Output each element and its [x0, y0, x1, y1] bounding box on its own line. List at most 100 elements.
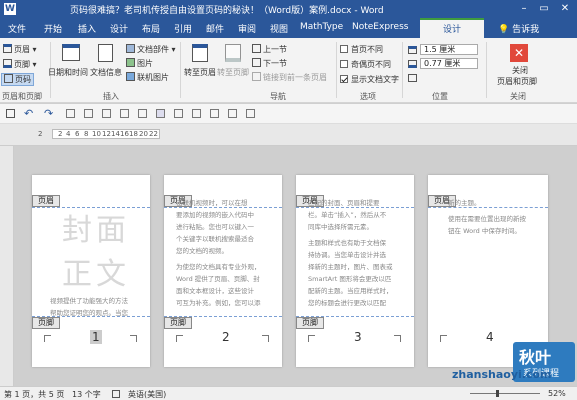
save-icon[interactable]: [6, 109, 15, 118]
picture-icon: [126, 58, 135, 67]
ruler-number: 12: [102, 130, 111, 138]
online-picture-button[interactable]: 联机图片: [126, 72, 169, 83]
page-number-icon: [4, 74, 13, 83]
body-line: 个关键字以联机搜索最适合: [176, 235, 254, 243]
page-3[interactable]: 页眉 匹配的封面、页眉和提要 栏。单击“插入”，然后从不 同库中选择所需元素。 …: [296, 175, 414, 367]
divider: [486, 42, 487, 98]
page-2[interactable]: 页眉 击联机视频时，可以在想 要添加的视频的嵌入代码中 进行粘贴。您也可以键入一…: [164, 175, 282, 367]
ribbon-design: 页眉 ▾ 页脚 ▾ 页码 页眉和页脚 日期和时间 文档信息 文档部件 ▾ 图片 …: [0, 38, 577, 139]
tab-insert[interactable]: 插入: [78, 22, 96, 35]
tab-design-doc[interactable]: 设计: [110, 22, 128, 35]
crop-mark: [44, 335, 51, 342]
different-first-page-checkbox[interactable]: 首页不同: [340, 44, 383, 55]
header-tag[interactable]: 页眉: [32, 195, 60, 207]
language-status[interactable]: 英语(美国): [128, 389, 166, 400]
goto-header-icon: [192, 44, 208, 62]
footer-dropdown[interactable]: 页脚 ▾: [3, 59, 37, 70]
footer-tag[interactable]: 页脚: [32, 317, 60, 329]
header-dropdown[interactable]: 页眉 ▾: [3, 44, 37, 55]
body-line: 面和文本框设计，这些设计: [176, 287, 254, 295]
tab-file[interactable]: 文件: [8, 22, 26, 35]
page-4[interactable]: 页眉 新的主题。 使用在需要位置出现的新按 钮在 Word 中保存时间。 4: [428, 175, 548, 367]
proofing-icon[interactable]: [112, 390, 120, 398]
zoom-level[interactable]: 52%: [548, 389, 566, 398]
page-number: 1: [90, 330, 102, 344]
document-info-button[interactable]: 文档信息: [90, 67, 122, 78]
undo-icon[interactable]: ↶: [24, 107, 33, 120]
page-count-status[interactable]: 第 1 页，共 5 页: [4, 389, 64, 400]
tab-mailings[interactable]: 邮件: [206, 22, 224, 35]
online-picture-label: 联机图片: [137, 73, 169, 82]
toolbar-icon[interactable]: [192, 109, 201, 118]
header-position-icon: [408, 46, 417, 54]
zoom-slider-thumb[interactable]: [496, 390, 499, 397]
footer-tag[interactable]: 页脚: [296, 317, 324, 329]
tab-home[interactable]: 开始: [44, 22, 62, 35]
show-document-text-checkbox[interactable]: 显示文档文字: [340, 74, 399, 85]
next-section-button[interactable]: 下一节: [252, 58, 287, 69]
checkbox-box-checked: [340, 75, 348, 83]
redo-icon[interactable]: ↷: [44, 107, 53, 120]
toolbar-icon[interactable]: [228, 109, 237, 118]
page-number-dropdown[interactable]: 页码: [1, 73, 34, 86]
header-position-input[interactable]: 1.5 厘米: [420, 44, 478, 55]
close-header-footer-button[interactable]: 关闭: [512, 65, 528, 76]
footer-position-input[interactable]: 0.77 厘米: [420, 58, 478, 69]
page-1[interactable]: 页眉 封面 正文 视频提供了功能强大的方法 帮助您证明您的观点。当您 页脚 1: [32, 175, 150, 367]
toolbar-icon[interactable]: [174, 109, 183, 118]
tab-review[interactable]: 审阅: [238, 22, 256, 35]
vertical-ruler[interactable]: [0, 146, 14, 386]
quick-parts-button[interactable]: 文档部件 ▾: [126, 44, 176, 55]
brand-name: 秋叶: [519, 348, 552, 367]
ruler-number: 18: [129, 130, 138, 138]
horizontal-ruler[interactable]: 2 2 4 6 8 10 12 14 16 18 20 22: [0, 124, 577, 146]
quick-parts-label: 文档部件: [137, 45, 169, 54]
close-header-footer-label[interactable]: 页眉和页脚: [497, 76, 537, 87]
title-bar: W 页码很难搞？老司机传授自由设置页码的秘诀！（Word版）案例.docx - …: [0, 0, 577, 18]
body-line: 视频提供了功能强大的方法: [50, 297, 128, 305]
arrow-up-icon: [252, 44, 261, 53]
lightbulb-icon: 💡: [498, 25, 510, 35]
goto-footer-button[interactable]: 转至页脚: [217, 67, 249, 78]
tell-me-search[interactable]: 💡 告诉我: [498, 22, 539, 35]
ruler-number: 8: [84, 130, 89, 138]
footer-position-icon: [408, 60, 417, 68]
close-window-button[interactable]: ✕: [556, 2, 574, 16]
picture-button[interactable]: 图片: [126, 58, 153, 69]
header-boundary: [428, 207, 548, 208]
minimize-button[interactable]: –: [515, 2, 533, 16]
toolbar-icon[interactable]: [246, 109, 255, 118]
toolbar-icon[interactable]: [138, 109, 147, 118]
group-close-label: 关闭: [510, 92, 526, 101]
zoom-slider[interactable]: [470, 393, 540, 394]
link-to-previous-label: 链接到前一条页眉: [263, 73, 327, 82]
different-odd-even-checkbox[interactable]: 奇偶页不同: [340, 59, 391, 70]
ruler-number: 2: [58, 130, 63, 138]
tab-design-active[interactable]: 设计: [420, 18, 484, 38]
quick-access-toolbar: ↶ ↷: [0, 104, 577, 124]
toolbar-icon[interactable]: [66, 109, 75, 118]
toolbar-icon[interactable]: [120, 109, 129, 118]
body-line: 进行粘贴。您也可以键入一: [176, 223, 254, 231]
date-time-button[interactable]: 日期和时间: [48, 67, 88, 78]
tab-mathtype[interactable]: MathType: [300, 22, 343, 32]
link-to-previous-button[interactable]: 链接到前一条页眉: [252, 72, 327, 83]
previous-section-button[interactable]: 上一节: [252, 44, 287, 55]
body-line: 使用在需要位置出现的新按: [448, 215, 526, 223]
toolbar-icon[interactable]: [210, 109, 219, 118]
toolbar-icon[interactable]: [156, 109, 165, 118]
page-number: 4: [486, 330, 494, 344]
restore-button[interactable]: ▭: [535, 2, 553, 16]
toolbar-icon[interactable]: [102, 109, 111, 118]
ruler-number: 16: [120, 130, 129, 138]
tab-references[interactable]: 引用: [174, 22, 192, 35]
tab-view[interactable]: 视图: [270, 22, 288, 35]
word-count-status[interactable]: 13 个字: [72, 389, 101, 400]
toolbar-icon[interactable]: [84, 109, 93, 118]
tab-layout[interactable]: 布局: [142, 22, 160, 35]
group-position-label: 位置: [432, 92, 448, 101]
tab-noteexpress[interactable]: NoteExpress: [352, 22, 408, 32]
footer-tag[interactable]: 页脚: [164, 317, 192, 329]
goto-header-button[interactable]: 转至页眉: [184, 67, 216, 78]
group-navigation-label: 导航: [270, 92, 286, 101]
